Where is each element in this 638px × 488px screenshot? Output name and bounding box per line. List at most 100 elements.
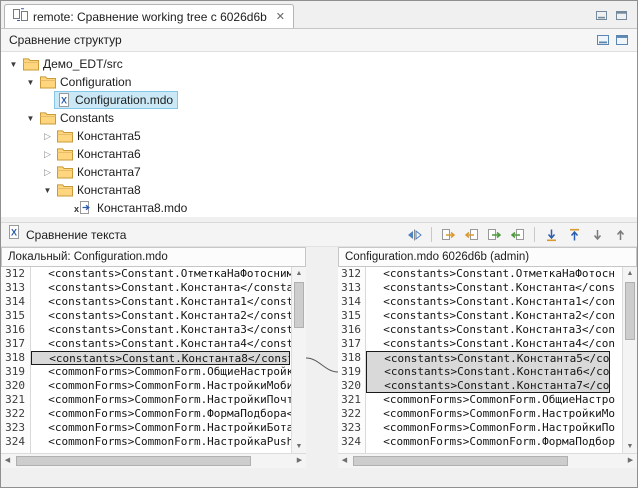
right-hscroll-thumb[interactable] <box>353 456 568 466</box>
maximize-view-icon[interactable] <box>615 34 629 46</box>
collapse-arrow-icon[interactable]: ▼ <box>41 186 54 195</box>
tree-item-константа7[interactable]: ▷Константа7 <box>1 163 637 181</box>
code-line[interactable]: <commonForms>CommonForm.ОбщиеНастро <box>366 393 622 407</box>
tree-item-content[interactable]: Константа5 <box>54 127 146 145</box>
code-line[interactable]: <commonForms>CommonForm.ОбщиеНастройк <box>31 365 291 379</box>
tree-item-content[interactable]: Константа8 <box>54 181 146 199</box>
code-line[interactable]: <constants>Constant.Константа5</con <box>366 351 610 365</box>
code-line[interactable]: <constants>Constant.Константа2</con <box>366 309 622 323</box>
tree-item-content[interactable]: Constants <box>37 109 119 127</box>
bottom-filler <box>1 468 637 487</box>
expand-arrow-icon[interactable]: ▷ <box>41 167 54 178</box>
code-line[interactable]: <constants>Constant.Константа3</con <box>366 323 622 337</box>
code-line[interactable]: <constants>Constant.ОтметкаНаФотосн <box>366 267 622 281</box>
code-line[interactable]: <commonForms>CommonForm.ФормаПодбора< <box>31 407 291 421</box>
tree-item-content[interactable]: Configuration <box>37 73 136 91</box>
expand-arrow-icon[interactable]: ▷ <box>41 149 54 160</box>
next-difference-icon[interactable] <box>541 225 562 244</box>
right-horizontal-scrollbar[interactable]: ◀ ▶ <box>338 453 637 468</box>
code-line[interactable]: <constants>Constant.Константа4</const <box>31 337 291 351</box>
code-line[interactable]: <commonForms>CommonForm.НастройкиБота <box>31 421 291 435</box>
copy-current-right-to-left-icon[interactable] <box>507 225 528 244</box>
line-number: 315 <box>1 309 25 323</box>
tree-item-label: Константа5 <box>77 129 141 143</box>
code-line[interactable]: <constants>Constant.Константа4</con <box>366 337 622 351</box>
tree-item-content[interactable]: Константа7 <box>54 163 146 181</box>
previous-change-icon[interactable] <box>610 225 631 244</box>
scroll-down-icon[interactable]: ▼ <box>623 440 637 453</box>
line-number: 312 <box>1 267 25 281</box>
code-line[interactable]: <commonForms>CommonForm.НастройкаPush <box>31 435 291 449</box>
tree-item-content[interactable]: Демо_EDT/src <box>20 55 128 73</box>
code-line[interactable]: <commonForms>CommonForm.НастройкиМоби <box>31 379 291 393</box>
left-hscroll-thumb[interactable] <box>16 456 251 466</box>
structure-tree: ▼Демо_EDT/src▼ConfigurationXConfiguratio… <box>1 52 637 217</box>
line-number: 321 <box>338 393 361 407</box>
left-vertical-scrollbar[interactable]: ▲ ▼ <box>291 267 306 453</box>
minimize-editor-icon[interactable] <box>595 10 608 21</box>
code-line[interactable]: <constants>Constant.Константа3</const <box>31 323 291 337</box>
folder-icon <box>23 58 39 71</box>
code-line[interactable]: <commonForms>CommonForm.НастройкиПо <box>366 421 622 435</box>
folder-icon <box>40 112 56 125</box>
code-line[interactable]: <constants>Constant.ОтметкаНаФотосним <box>31 267 291 281</box>
scroll-down-icon[interactable]: ▼ <box>292 440 306 453</box>
scroll-up-icon[interactable]: ▲ <box>623 267 637 280</box>
code-line[interactable]: <constants>Constant.Константа8</const <box>31 351 290 365</box>
collapse-arrow-icon[interactable]: ▼ <box>24 114 37 123</box>
left-vscroll-thumb[interactable] <box>294 282 304 328</box>
right-pane-header: Configuration.mdo 6026d6b (admin) <box>338 247 637 267</box>
copy-all-right-to-left-icon[interactable] <box>461 225 482 244</box>
expand-arrow-icon[interactable]: ▷ <box>41 131 54 142</box>
tree-item-configuration.mdo[interactable]: XConfiguration.mdo <box>1 91 637 109</box>
editor-tab[interactable]: remote: Сравнение working tree с 6026d6b… <box>4 4 294 28</box>
tree-item-константа6[interactable]: ▷Константа6 <box>1 145 637 163</box>
minimize-view-icon[interactable] <box>596 34 610 46</box>
left-code-area[interactable]: <constants>Constant.ОтметкаНаФотосним <c… <box>31 267 291 453</box>
previous-difference-icon[interactable] <box>564 225 585 244</box>
tree-item-content[interactable]: Константа6 <box>54 145 146 163</box>
tree-item-constants[interactable]: ▼Constants <box>1 109 637 127</box>
tree-item-демо_edt-src[interactable]: ▼Демо_EDT/src <box>1 55 637 73</box>
code-line[interactable]: <constants>Constant.Константа</consta <box>31 281 291 295</box>
toolbar-separator <box>431 227 432 242</box>
maximize-editor-icon[interactable] <box>615 10 628 21</box>
tree-item-content[interactable]: XConfiguration.mdo <box>54 91 178 109</box>
diff-connector <box>306 267 338 453</box>
tree-item-константа8.mdo[interactable]: xКонстанта8.mdo <box>1 199 637 217</box>
next-change-icon[interactable] <box>587 225 608 244</box>
copy-all-left-to-right-icon[interactable] <box>438 225 459 244</box>
scroll-left-icon[interactable]: ◀ <box>1 454 14 468</box>
code-line[interactable]: <commonForms>CommonForm.НастройкиПочт <box>31 393 291 407</box>
right-vscroll-thumb[interactable] <box>625 282 635 340</box>
code-line[interactable]: <constants>Constant.Константа1</const <box>31 295 291 309</box>
scroll-left-icon[interactable]: ◀ <box>338 454 351 468</box>
tab-close-icon[interactable]: ✕ <box>276 10 285 23</box>
copy-current-left-to-right-icon[interactable] <box>484 225 505 244</box>
tree-item-константа5[interactable]: ▷ Константа5 <box>1 127 637 145</box>
tree-item-content[interactable]: xКонстанта8.mdo <box>71 199 192 217</box>
code-line[interactable]: <constants>Constant.Константа2</const <box>31 309 291 323</box>
code-line[interactable]: <constants>Constant.Константа</cons <box>366 281 622 295</box>
collapse-arrow-icon[interactable]: ▼ <box>7 60 20 69</box>
scroll-right-icon[interactable]: ▶ <box>293 454 306 468</box>
code-line[interactable]: <commonForms>CommonForm.НастройкиМо <box>366 407 622 421</box>
gutter-footer <box>306 453 338 468</box>
structure-compare-title: Сравнение структур <box>9 33 122 47</box>
right-vertical-scrollbar[interactable]: ▲ ▼ <box>622 267 637 453</box>
scroll-right-icon[interactable]: ▶ <box>624 454 637 468</box>
tree-item-константа8[interactable]: ▼Константа8 <box>1 181 637 199</box>
switch-merge-direction-icon[interactable] <box>404 225 425 244</box>
code-line[interactable]: <constants>Constant.Константа6</con <box>366 365 610 379</box>
code-line[interactable]: <constants>Constant.Константа7</con <box>366 379 610 393</box>
right-code-area[interactable]: <constants>Constant.ОтметкаНаФотосн <con… <box>366 267 622 453</box>
folder-icon <box>57 166 73 179</box>
scroll-up-icon[interactable]: ▲ <box>292 267 306 280</box>
collapse-arrow-icon[interactable]: ▼ <box>24 78 37 87</box>
left-code-pane: 312313314315316317318319320321322323324 … <box>1 267 306 453</box>
code-line[interactable]: <commonForms>CommonForm.ФормаПодбор <box>366 435 622 449</box>
tree-item-configuration[interactable]: ▼Configuration <box>1 73 637 91</box>
left-horizontal-scrollbar[interactable]: ◀ ▶ <box>1 453 306 468</box>
line-number: 320 <box>1 379 25 393</box>
code-line[interactable]: <constants>Constant.Константа1</con <box>366 295 622 309</box>
